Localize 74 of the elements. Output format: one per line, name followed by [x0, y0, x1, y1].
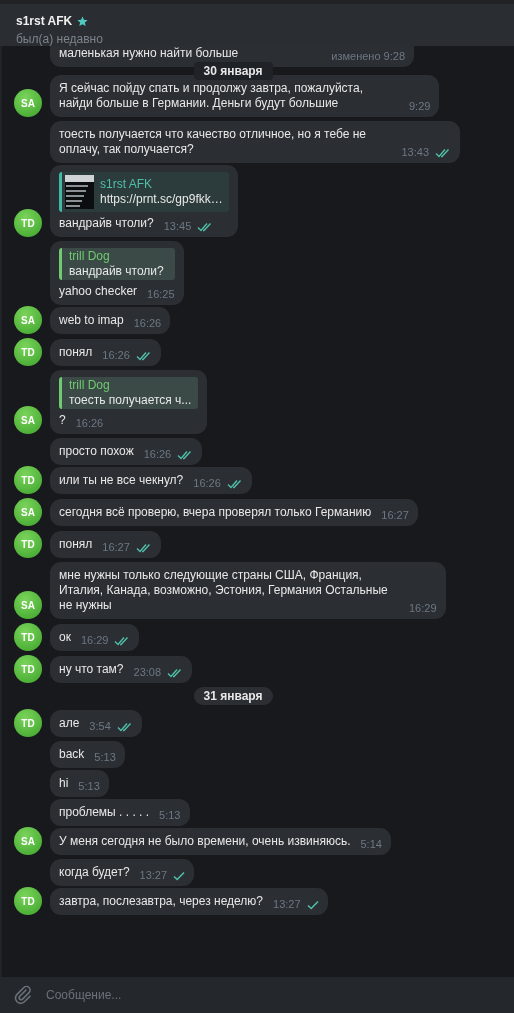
- avatar[interactable]: TD: [14, 338, 42, 366]
- avatar[interactable]: TD: [14, 655, 42, 683]
- chat-title: s1rst AFK: [16, 14, 73, 28]
- avatar[interactable]: SA: [14, 827, 42, 855]
- message-time: 5:14: [360, 837, 382, 852]
- attach-button[interactable]: [0, 977, 42, 1013]
- message-text: сегодня всё проверю, вчера проверял только Германию: [59, 505, 372, 520]
- reply-text: тоесть получается ч...: [69, 393, 192, 408]
- message-input-field[interactable]: Сообщение...: [42, 977, 514, 1013]
- avatar[interactable]: SA: [14, 591, 42, 619]
- message-time: 16:29: [409, 601, 437, 616]
- avatar[interactable]: TD: [14, 623, 42, 651]
- message-text: У меня сегодня не было времени, очень извиняюсь.: [59, 834, 351, 849]
- reply-text: вандрайв чтоли?: [69, 264, 165, 279]
- message-text: але: [59, 716, 80, 731]
- message-text: yahoo checker: [59, 284, 138, 299]
- message-text: когда будет?: [59, 865, 130, 880]
- date-badge: 30 января: [193, 62, 273, 80]
- reply-quote[interactable]: trill Dog вандрайв чтоли?: [59, 248, 175, 280]
- message-text: ну что там?: [59, 662, 124, 677]
- reply-author: trill Dog: [69, 249, 111, 264]
- reply-quote[interactable]: trill Dog тоесть получается ч...: [59, 377, 199, 409]
- message-time: 16:27: [102, 540, 130, 555]
- message-time: 13:43: [401, 145, 429, 160]
- message-text: ?: [59, 413, 66, 428]
- message-time: 13:27: [139, 868, 168, 883]
- message-text: вандрайв чтоли?: [59, 216, 154, 231]
- message-text: проблемы . . . . .: [59, 805, 150, 820]
- reply-author: trill Dog: [69, 378, 111, 393]
- message-text: hi: [59, 776, 69, 791]
- message-text: просто похож: [59, 444, 134, 459]
- avatar[interactable]: SA: [14, 89, 42, 117]
- date-badge: 31 января: [193, 687, 273, 705]
- message-time: 23:08: [133, 665, 162, 680]
- message-time: 9:29: [409, 99, 431, 114]
- preview-title: s1rst AFK: [100, 177, 153, 192]
- message-time: 5:13: [159, 808, 181, 823]
- message-time: 13:27: [273, 897, 301, 912]
- message-time: 16:26: [102, 348, 130, 363]
- avatar[interactable]: TD: [14, 887, 42, 915]
- message-text: web to imap: [59, 313, 124, 328]
- message-time: 16:25: [147, 287, 175, 302]
- message-time: изменено 9:28: [331, 49, 405, 64]
- avatar[interactable]: TD: [14, 530, 42, 558]
- message-text: Я сейчас пойду спать и продолжу завтра, пожалуйста, найди больше в Германии. Деньги будут большие: [59, 81, 364, 111]
- message-time: 16:26: [133, 316, 162, 331]
- avatar[interactable]: TD: [14, 709, 42, 737]
- message-time: 16:26: [193, 476, 221, 491]
- message-time: 5:13: [94, 750, 116, 765]
- message-time: 13:45: [163, 219, 192, 234]
- message-time: 5:13: [78, 779, 100, 794]
- message-time: 3:54: [89, 719, 111, 734]
- last-seen-status: был(а) недавно: [16, 32, 104, 46]
- message-time: 16:27: [381, 508, 409, 523]
- message-text: мне нужны только следующие страны США, Франция, Италия, Канада, возможно, Эстония, Германия Остальные не нужны: [59, 568, 389, 613]
- preview-link[interactable]: https://prnt.sc/gp9fkk…: [100, 192, 223, 207]
- message-text: понял: [59, 345, 93, 360]
- avatar[interactable]: TD: [14, 209, 42, 237]
- message-text: или ты не все чекнул?: [59, 473, 184, 488]
- avatar[interactable]: SA: [14, 498, 42, 526]
- attach-icon: [14, 985, 32, 1005]
- message-text: ок: [59, 630, 71, 645]
- message-time: 16:26: [75, 416, 104, 431]
- message-text: тоесть получается что качество отличное, но я тебе не оплачу, так получается?: [59, 127, 367, 157]
- message-time: 16:29: [80, 633, 109, 648]
- message-time: 16:26: [143, 447, 172, 462]
- message-text: понял: [59, 537, 93, 552]
- avatar[interactable]: SA: [14, 306, 42, 334]
- message-text: back: [59, 747, 85, 762]
- avatar[interactable]: TD: [14, 466, 42, 494]
- message-text: маленькая нужно найти больше: [59, 46, 239, 61]
- link-preview[interactable]: s1rst AFK https://prnt.sc/gp9fkk…: [59, 172, 229, 212]
- message-text: завтра, послезавтра, через неделю?: [59, 894, 264, 909]
- avatar[interactable]: SA: [14, 406, 42, 434]
